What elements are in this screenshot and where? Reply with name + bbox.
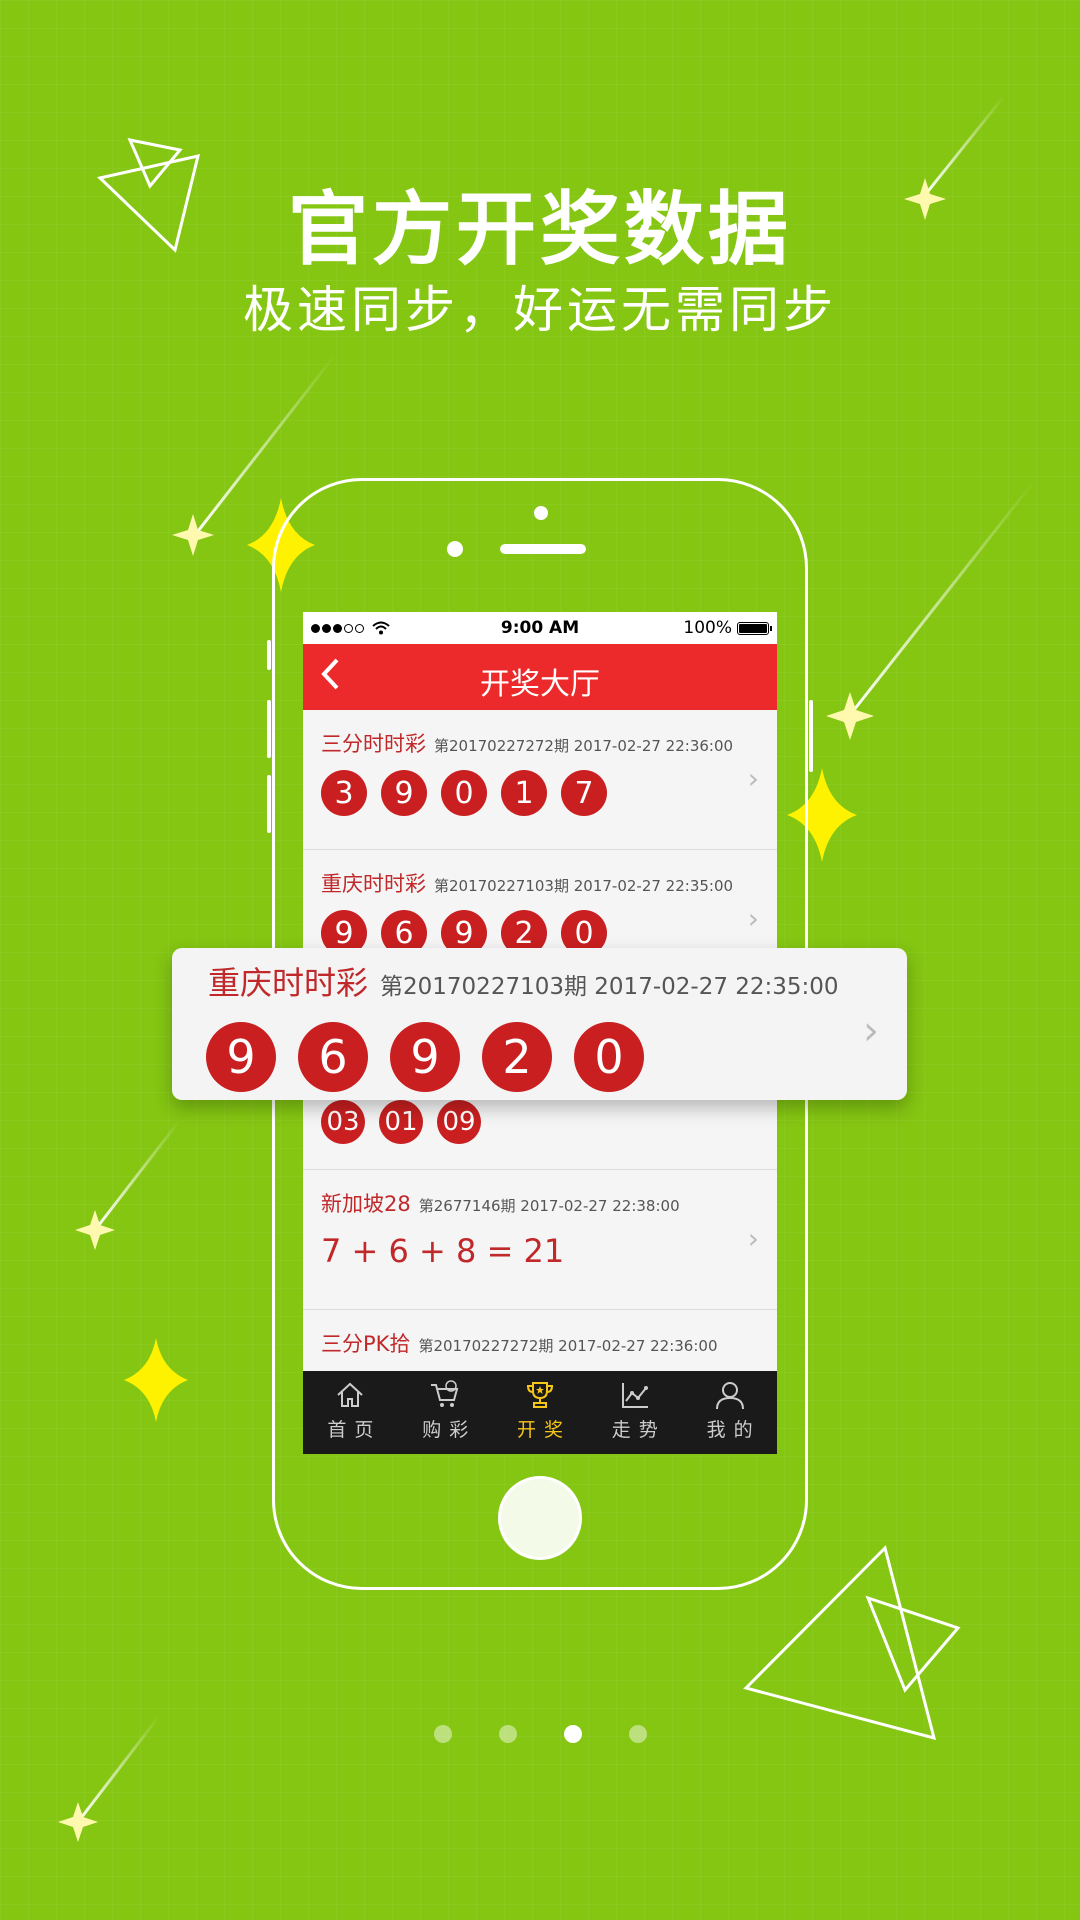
lottery-name: 三分PK拾 xyxy=(321,1332,411,1356)
page-dot[interactable] xyxy=(433,1725,452,1743)
lottery-name: 新加坡28 xyxy=(321,1192,411,1216)
lottery-name: 重庆时时彩 xyxy=(208,964,369,1002)
tab-label: 首页 xyxy=(327,1419,382,1441)
draw-info: 第20170227272期 2017-02-27 22:36:00 xyxy=(418,1337,718,1355)
cart-icon xyxy=(431,1380,459,1407)
tab-label: 购彩 xyxy=(422,1419,477,1441)
phone-power-button xyxy=(809,700,813,772)
tab-label: 走势 xyxy=(611,1419,666,1441)
tab-results[interactable]: 开奖 xyxy=(493,1371,588,1454)
page-dot[interactable] xyxy=(498,1725,517,1743)
number-ball: 03 xyxy=(321,1100,365,1144)
lottery-name: 重庆时时彩 xyxy=(321,872,426,896)
headline-subtitle: 极速同步，好运无需同步 xyxy=(243,281,837,339)
phone-volume-down xyxy=(267,775,271,833)
tab-buy[interactable]: 购彩 xyxy=(398,1371,493,1454)
page-dot[interactable] xyxy=(628,1725,647,1743)
number-ball: 9 xyxy=(381,770,427,816)
tab-label: 开奖 xyxy=(516,1419,571,1441)
shooting-star-3 xyxy=(826,479,1037,740)
triangle-decoration-2 xyxy=(743,1545,961,1741)
chevron-right-icon: › xyxy=(747,902,759,935)
highlighted-result-card[interactable]: 重庆时时彩 第20170227103期 2017-02-27 22:35:00 … xyxy=(172,948,907,1100)
home-icon xyxy=(337,1382,364,1407)
signal-indicator xyxy=(311,621,390,635)
number-ball: 0 xyxy=(441,770,487,816)
draw-info: 第20170227272期 2017-02-27 22:36:00 xyxy=(434,737,734,755)
phone-speaker xyxy=(500,544,586,554)
result-row[interactable]: 三分时时彩 第20170227272期 2017-02-27 22:36:00 … xyxy=(303,710,777,850)
draw-info: 第20170227103期 2017-02-27 22:35:00 xyxy=(434,877,734,895)
tab-bar: 首页 购彩 开奖 走势 我的 xyxy=(303,1371,777,1454)
number-ball: 3 xyxy=(321,770,367,816)
chevron-right-icon: › xyxy=(747,1222,759,1255)
tab-home[interactable]: 首页 xyxy=(303,1371,398,1454)
number-ball: 7 xyxy=(561,770,607,816)
lottery-name: 三分时时彩 xyxy=(321,732,426,756)
number-ball: 0 xyxy=(574,1022,644,1092)
tab-label: 我的 xyxy=(706,1419,761,1441)
draw-info: 第2677146期 2017-02-27 22:38:00 xyxy=(418,1197,680,1215)
chevron-right-icon: › xyxy=(863,1008,879,1054)
phone-sensor xyxy=(447,541,463,557)
chevron-right-icon: › xyxy=(747,762,759,795)
number-ball: 01 xyxy=(379,1100,423,1144)
draw-info: 第20170227103期 2017-02-27 22:35:00 xyxy=(380,974,839,1000)
page-dot-active[interactable] xyxy=(563,1725,582,1743)
battery-icon xyxy=(737,621,772,635)
wifi-icon xyxy=(372,621,390,635)
phone-camera xyxy=(534,506,548,520)
tab-trend[interactable]: 走势 xyxy=(587,1371,682,1454)
nav-bar: 开奖大厅 xyxy=(303,644,777,710)
number-ball: 09 xyxy=(437,1100,481,1144)
number-ball: 9 xyxy=(390,1022,460,1092)
number-ball: 1 xyxy=(501,770,547,816)
battery-percent: 100% xyxy=(683,618,732,638)
number-ball: 9 xyxy=(206,1022,276,1092)
sparkle-3 xyxy=(124,1338,188,1422)
user-icon xyxy=(715,1382,744,1410)
headline-title: 官方开奖数据 xyxy=(288,183,792,276)
phone-home-button xyxy=(498,1476,582,1560)
chart-icon xyxy=(621,1383,648,1408)
page-indicator xyxy=(0,1725,1080,1743)
tab-mine[interactable]: 我的 xyxy=(682,1371,777,1454)
status-bar: 9:00 AM 100% xyxy=(303,612,777,644)
result-row[interactable]: 新加坡28 第2677146期 2017-02-27 22:38:00 7 + … xyxy=(303,1170,777,1310)
nav-title: 开奖大厅 xyxy=(480,667,600,702)
trophy-icon xyxy=(526,1382,553,1408)
number-ball: 2 xyxy=(482,1022,552,1092)
phone-mute-switch xyxy=(267,640,271,670)
number-ball: 6 xyxy=(298,1022,368,1092)
shooting-star-4 xyxy=(75,1119,182,1250)
phone-volume-up xyxy=(267,700,271,758)
sum-formula: 7 + 6 + 8 = 21 xyxy=(321,1232,565,1270)
